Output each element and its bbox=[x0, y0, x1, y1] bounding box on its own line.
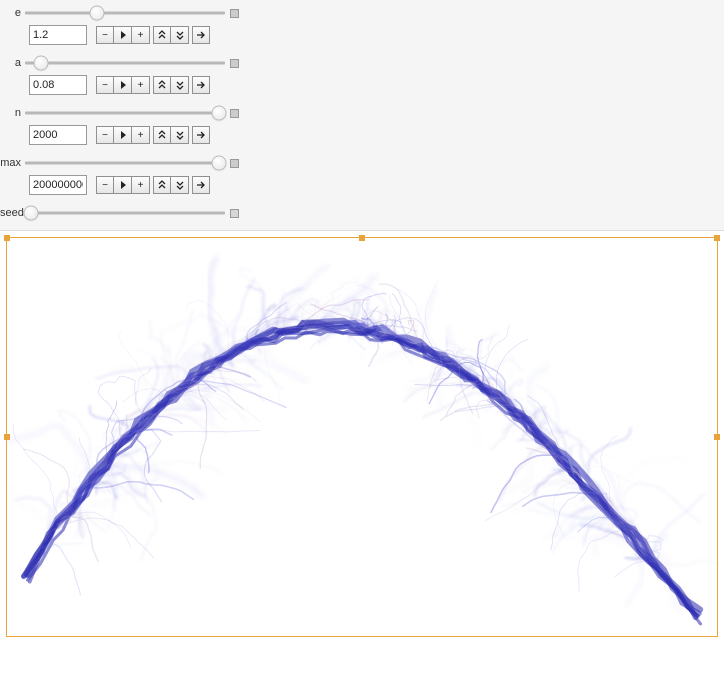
step-down-button[interactable] bbox=[171, 76, 189, 94]
input-a[interactable] bbox=[29, 75, 87, 95]
step-up-button[interactable] bbox=[153, 76, 171, 94]
minus-button[interactable]: − bbox=[96, 176, 114, 194]
input-e[interactable] bbox=[29, 25, 87, 45]
play-button[interactable] bbox=[114, 76, 132, 94]
slider-max[interactable] bbox=[25, 154, 225, 172]
minus-button[interactable]: − bbox=[96, 76, 114, 94]
step-up-button[interactable] bbox=[153, 26, 171, 44]
row-a: a bbox=[0, 54, 718, 72]
plus-button[interactable]: + bbox=[132, 126, 150, 144]
minus-button[interactable]: − bbox=[96, 126, 114, 144]
arrow-right-button[interactable] bbox=[192, 76, 210, 94]
generated-artwork bbox=[7, 238, 717, 644]
label-seed: seed bbox=[0, 207, 25, 219]
input-n[interactable] bbox=[29, 125, 87, 145]
slider-seed[interactable] bbox=[25, 204, 225, 222]
step-down-button[interactable] bbox=[171, 26, 189, 44]
plus-button[interactable]: + bbox=[132, 26, 150, 44]
step-up-button[interactable] bbox=[153, 176, 171, 194]
collapse-toggle-n[interactable] bbox=[230, 109, 239, 118]
input-max[interactable] bbox=[29, 175, 87, 195]
label-n: n bbox=[0, 107, 25, 119]
row-max: max bbox=[0, 154, 718, 172]
row-n: n bbox=[0, 104, 718, 122]
arrow-right-button[interactable] bbox=[192, 126, 210, 144]
label-a: a bbox=[0, 57, 25, 69]
collapse-toggle-e[interactable] bbox=[230, 9, 239, 18]
slider-a[interactable] bbox=[25, 54, 225, 72]
play-button[interactable] bbox=[114, 26, 132, 44]
slider-e[interactable] bbox=[25, 4, 225, 22]
play-button[interactable] bbox=[114, 176, 132, 194]
step-down-button[interactable] bbox=[171, 126, 189, 144]
plus-button[interactable]: + bbox=[132, 76, 150, 94]
label-max: max bbox=[0, 157, 25, 169]
row-seed: seed bbox=[0, 204, 718, 222]
expand-toggle-seed[interactable] bbox=[230, 209, 239, 218]
play-button[interactable] bbox=[114, 126, 132, 144]
collapse-toggle-max[interactable] bbox=[230, 159, 239, 168]
plus-button[interactable]: + bbox=[132, 176, 150, 194]
row-e: e bbox=[0, 4, 718, 22]
slider-n[interactable] bbox=[25, 104, 225, 122]
minus-button[interactable]: − bbox=[96, 26, 114, 44]
arrow-right-button[interactable] bbox=[192, 176, 210, 194]
step-up-button[interactable] bbox=[153, 126, 171, 144]
label-e: e bbox=[0, 7, 25, 19]
arrow-right-button[interactable] bbox=[192, 26, 210, 44]
collapse-toggle-a[interactable] bbox=[230, 59, 239, 68]
output-area bbox=[0, 231, 724, 643]
controls-panel: e − + a − bbox=[0, 0, 724, 231]
graphics-frame[interactable] bbox=[6, 237, 718, 637]
step-down-button[interactable] bbox=[171, 176, 189, 194]
